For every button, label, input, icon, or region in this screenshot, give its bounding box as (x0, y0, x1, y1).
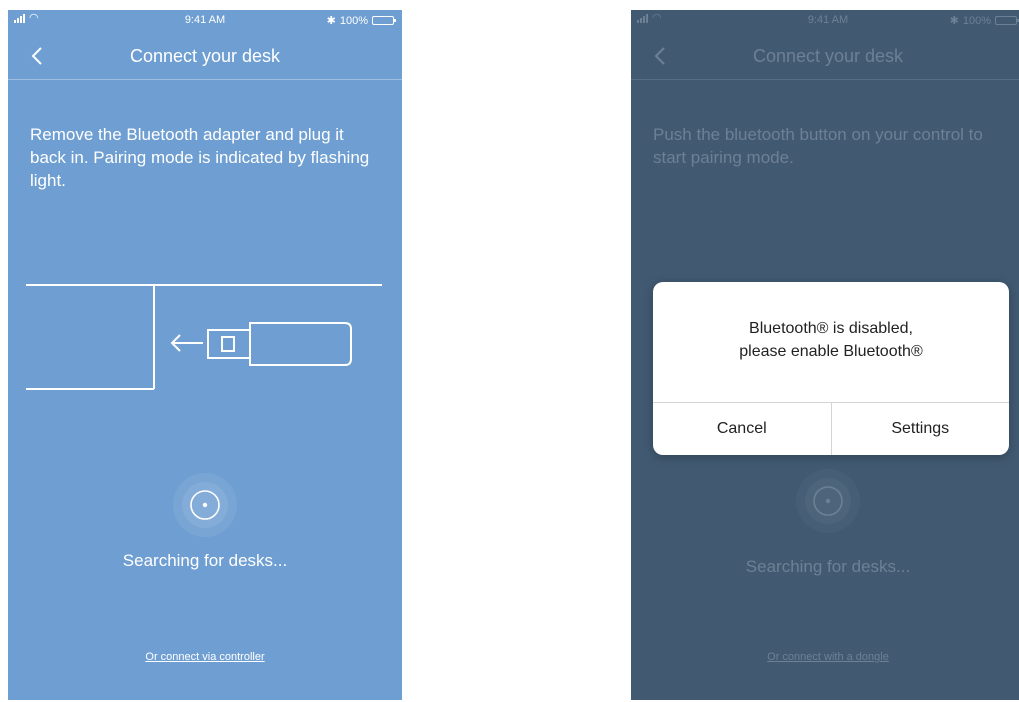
dialog-message-line-1: Bluetooth® is disabled, (749, 320, 913, 337)
searching-indicator-icon (173, 473, 237, 537)
bluetooth-icon: ✱ (326, 15, 336, 27)
nav-bar: Connect your desk (631, 32, 1019, 80)
bluetooth-disabled-dialog: Bluetooth® is disabled, please enable Bl… (653, 282, 1009, 455)
instruction-text: Push the bluetooth button on your contro… (653, 125, 983, 167)
searching-status: Searching for desks... (122, 551, 288, 570)
page-title: Connect your desk (129, 46, 281, 66)
dialog-actions: Cancel Settings (653, 402, 1009, 455)
searching-status: Searching for desks... (745, 557, 911, 576)
left-screen: ◠ 9:41 AM ✱ 100% Connect your desk Remov… (8, 10, 402, 700)
connect-with-dongle-link[interactable]: Or connect with a dongle (631, 651, 1019, 663)
battery-percent: 100% (339, 14, 368, 27)
status-bar: ◠ 9:41 AM ✱ 100% (8, 10, 402, 32)
nav-bar: Connect your desk (8, 32, 402, 80)
battery-icon (995, 16, 1019, 25)
battery-icon (372, 16, 396, 25)
connect-via-controller-link[interactable]: Or connect via controller (8, 651, 402, 663)
settings-button[interactable]: Settings (830, 403, 1010, 455)
instruction-text: Remove the Bluetooth adapter and plug it… (30, 125, 370, 190)
cancel-button[interactable]: Cancel (653, 403, 831, 455)
battery-percent: 100% (962, 14, 991, 27)
right-screen: ◠ 9:41 AM ✱ 100% Connect your desk Push … (631, 10, 1019, 700)
dialog-message-line-2: please enable Bluetooth® (739, 343, 923, 360)
usb-adapter-icon (26, 284, 382, 390)
bluetooth-icon: ✱ (949, 15, 959, 27)
dialog-message: Bluetooth® is disabled, please enable Bl… (653, 317, 1009, 363)
status-bar: ◠ 9:41 AM ✱ 100% (631, 10, 1019, 32)
searching-indicator-icon (805, 478, 851, 524)
page-title: Connect your desk (752, 46, 904, 66)
